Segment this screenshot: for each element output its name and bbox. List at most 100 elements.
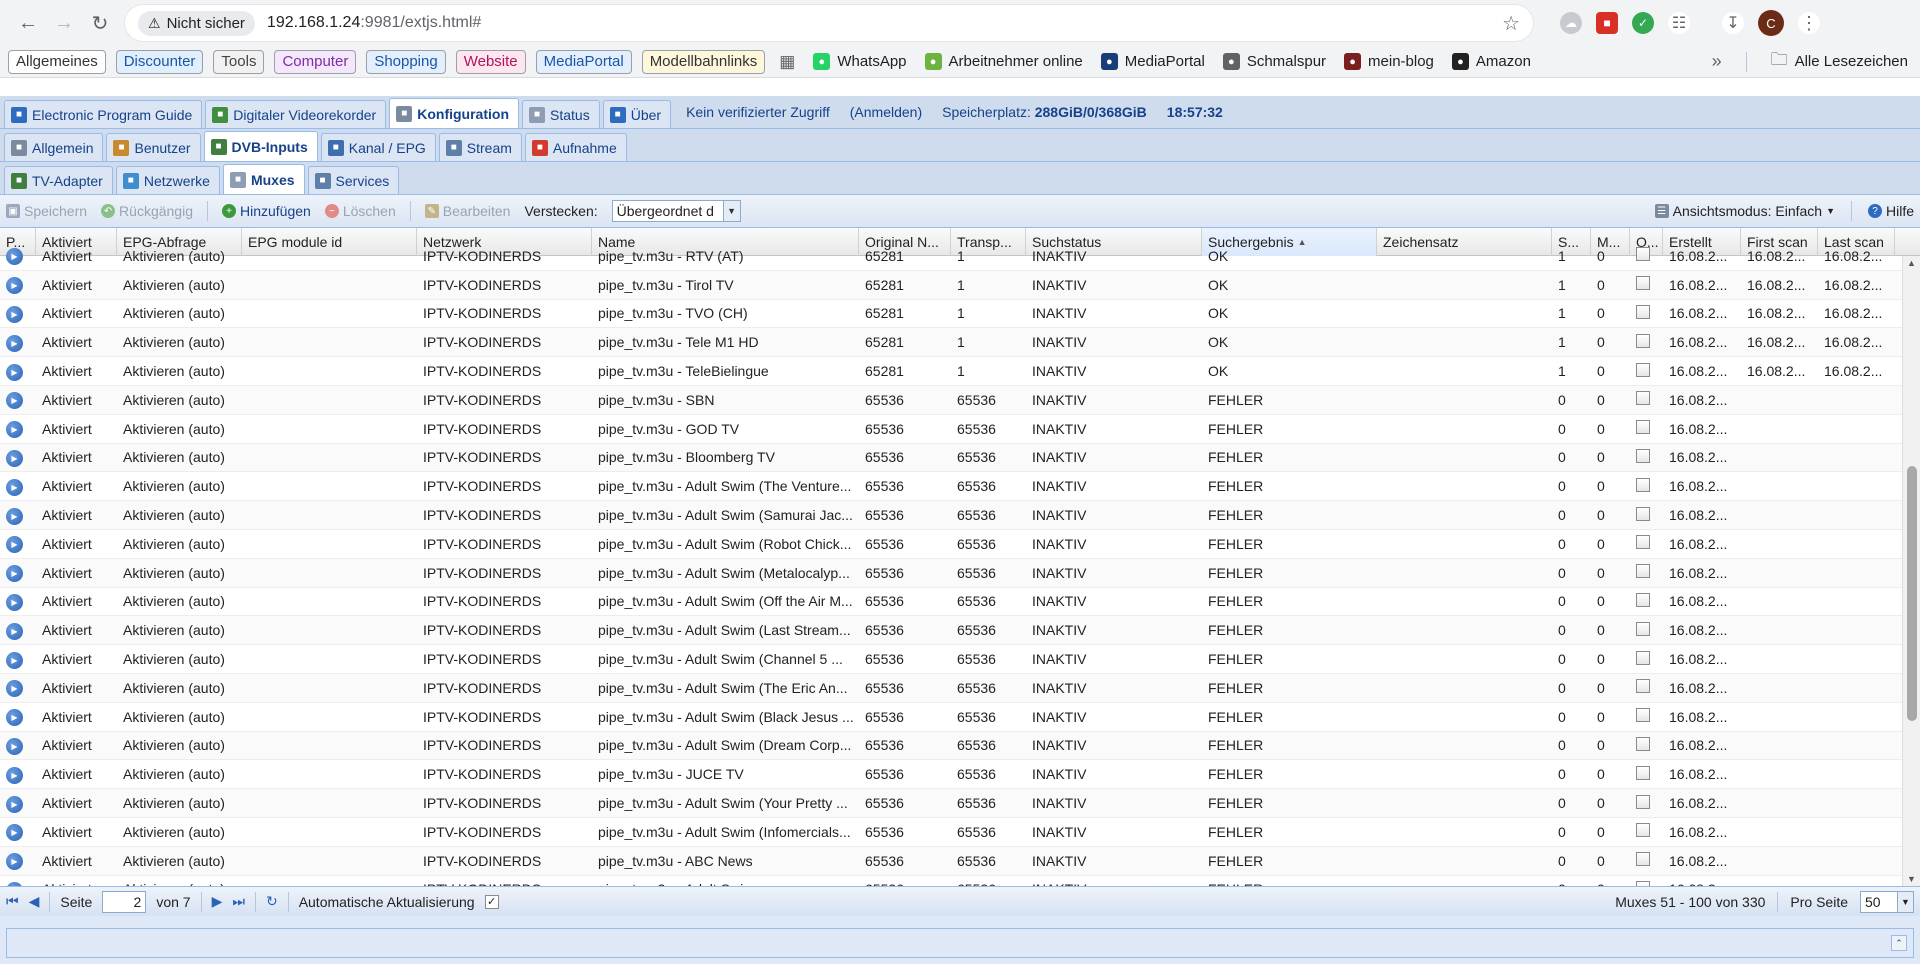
bookmark-link-1[interactable]: ● Arbeitnehmer online [921,53,1087,70]
play-cell[interactable]: ▶ [0,563,36,583]
table-row[interactable]: ▶AktiviertAktivieren (auto)IPTV-KODINERD… [0,242,1902,271]
bookmark-folder-1[interactable]: Discounter [115,49,204,74]
play-cell[interactable]: ▶ [0,304,36,323]
tab-digitaler-videorekorder[interactable]: ■ Digitaler Videorekorder [205,100,387,128]
row-checkbox[interactable] [1636,276,1650,291]
tab-kanal-epg[interactable]: ■ Kanal / EPG [320,133,436,161]
last-page-icon[interactable]: ⏭ [232,893,245,910]
play-icon[interactable]: ▶ [6,795,23,813]
bookmark-link-4[interactable]: ● mein-blog [1340,53,1438,70]
table-row[interactable]: ▶AktiviertAktivieren (auto)IPTV-KODINERD… [0,558,1902,588]
play-icon[interactable]: ▶ [6,824,23,842]
play-icon[interactable]: ▶ [6,853,23,871]
bookmark-folder-2[interactable]: Tools [213,49,265,74]
play-icon[interactable]: ▶ [6,651,23,669]
play-cell[interactable]: ▶ [0,275,36,295]
back-arrow-icon[interactable]: ← [10,5,46,41]
tab-services[interactable]: ■ Services [307,166,400,194]
apps-grid-icon[interactable]: ▦ [775,52,799,72]
bookmark-folder-4[interactable]: Shopping [366,49,446,74]
edit-button[interactable]: ✎ Bearbeiten [424,203,510,219]
play-cell[interactable]: ▶ [0,707,36,727]
row-checkbox[interactable] [1636,391,1650,406]
play-cell[interactable]: ▶ [0,621,36,640]
table-row[interactable]: ▶AktiviertAktivieren (auto)IPTV-KODINERD… [0,876,1902,886]
play-cell[interactable]: ▶ [0,650,36,669]
play-icon[interactable]: ▶ [6,248,23,266]
table-row[interactable]: ▶AktiviertAktivieren (auto)IPTV-KODINERD… [0,588,1902,617]
scrollbar-thumb[interactable] [1907,466,1917,721]
login-link[interactable]: (Anmelden) [850,104,922,120]
table-row[interactable]: ▶AktiviertAktivieren (auto)IPTV-KODINERD… [0,846,1902,876]
row-checkbox[interactable] [1636,506,1650,521]
play-icon[interactable]: ▶ [6,565,23,583]
forward-arrow-icon[interactable]: → [46,5,82,41]
play-icon[interactable]: ▶ [6,680,23,698]
play-icon[interactable]: ▶ [6,737,23,755]
delete-button[interactable]: − Löschen [324,203,396,219]
play-cell[interactable]: ▶ [0,419,36,439]
play-cell[interactable]: ▶ [0,534,36,554]
stop-extension-icon[interactable]: ■ [1596,12,1618,34]
scroll-down-icon[interactable]: ▼ [1907,874,1916,884]
play-cell[interactable]: ▶ [0,448,36,467]
row-checkbox[interactable] [1636,765,1650,780]
bookmark-folder-3[interactable]: Computer [274,49,357,74]
row-checkbox[interactable] [1636,621,1650,636]
play-icon[interactable]: ▶ [6,421,23,439]
tab-allgemein[interactable]: ■ Allgemein [4,133,104,161]
next-page-icon[interactable]: ▶ [212,893,223,910]
table-row[interactable]: ▶AktiviertAktivieren (auto)IPTV-KODINERD… [0,731,1902,761]
tab-konfiguration[interactable]: ■ Konfiguration [389,98,519,128]
table-row[interactable]: ▶AktiviertAktivieren (auto)IPTV-KODINERD… [0,501,1902,530]
bookmark-link-0[interactable]: ● WhatsApp [809,53,910,70]
row-checkbox[interactable] [1636,736,1650,751]
shield-extension-icon[interactable]: ✓ [1632,12,1654,34]
hide-select[interactable]: Übergeordnet d ▼ [611,200,741,222]
row-checkbox[interactable] [1636,650,1650,665]
row-checkbox[interactable] [1636,708,1650,723]
play-cell[interactable]: ▶ [0,736,36,755]
download-icon[interactable]: ↧ [1722,12,1744,34]
row-checkbox[interactable] [1636,794,1650,809]
table-row[interactable]: ▶AktiviertAktivieren (auto)IPTV-KODINERD… [0,673,1902,703]
row-checkbox[interactable] [1636,477,1650,492]
play-cell[interactable]: ▶ [0,822,36,842]
bookmark-link-5[interactable]: ● Amazon [1448,53,1535,70]
row-checkbox[interactable] [1636,679,1650,694]
auto-refresh-checkbox[interactable]: ✓ [484,894,499,909]
row-checkbox[interactable] [1636,304,1650,319]
view-mode-button[interactable]: ☰ Ansichtsmodus: Einfach ▼ [1654,203,1835,219]
row-checkbox[interactable] [1636,333,1650,348]
address-bar[interactable]: ⚠ Nicht sicher 192.168.1.24:9981/extjs.h… [124,4,1534,42]
table-row[interactable]: ▶AktiviertAktivieren (auto)IPTV-KODINERD… [0,703,1902,732]
save-button[interactable]: ▣ Speichern [6,203,87,219]
play-icon[interactable]: ▶ [6,449,23,467]
play-cell[interactable]: ▶ [0,333,36,352]
tab-stream[interactable]: ■ Stream [438,133,522,161]
row-checkbox[interactable] [1636,362,1650,377]
all-bookmarks-button[interactable]: 🗀 Alle Lesezeichen [1767,47,1912,76]
more-bookmarks-icon[interactable]: » [1708,51,1726,72]
bookmark-link-3[interactable]: ● Schmalspur [1219,53,1330,70]
chevron-down-icon[interactable]: ▼ [1897,891,1913,912]
play-icon[interactable]: ▶ [6,766,23,784]
tab-benutzer[interactable]: ■ Benutzer [106,133,201,161]
per-page-select[interactable]: 50 ▼ [1860,890,1914,913]
play-icon[interactable]: ▶ [6,305,23,323]
tab-netzwerke[interactable]: ■ Netzwerke [115,166,220,194]
bookmark-folder-5[interactable]: Website [455,49,526,74]
play-icon[interactable]: ▶ [6,593,23,611]
play-cell[interactable]: ▶ [0,851,36,871]
tab-muxes[interactable]: ■ Muxes [222,164,305,194]
bookmark-folder-0[interactable]: Allgemeines [8,49,106,74]
bookmark-folder-6[interactable]: MediaPortal [535,49,632,74]
bookmark-star-icon[interactable]: ☆ [1502,11,1520,36]
play-cell[interactable]: ▶ [0,794,36,813]
play-icon[interactable]: ▶ [6,478,23,496]
table-row[interactable]: ▶AktiviertAktivieren (auto)IPTV-KODINERD… [0,645,1902,674]
chevron-down-icon[interactable]: ▼ [722,201,740,221]
tab-über[interactable]: ■ Über [602,100,672,128]
play-icon[interactable]: ▶ [6,709,23,727]
row-checkbox[interactable] [1636,247,1650,262]
